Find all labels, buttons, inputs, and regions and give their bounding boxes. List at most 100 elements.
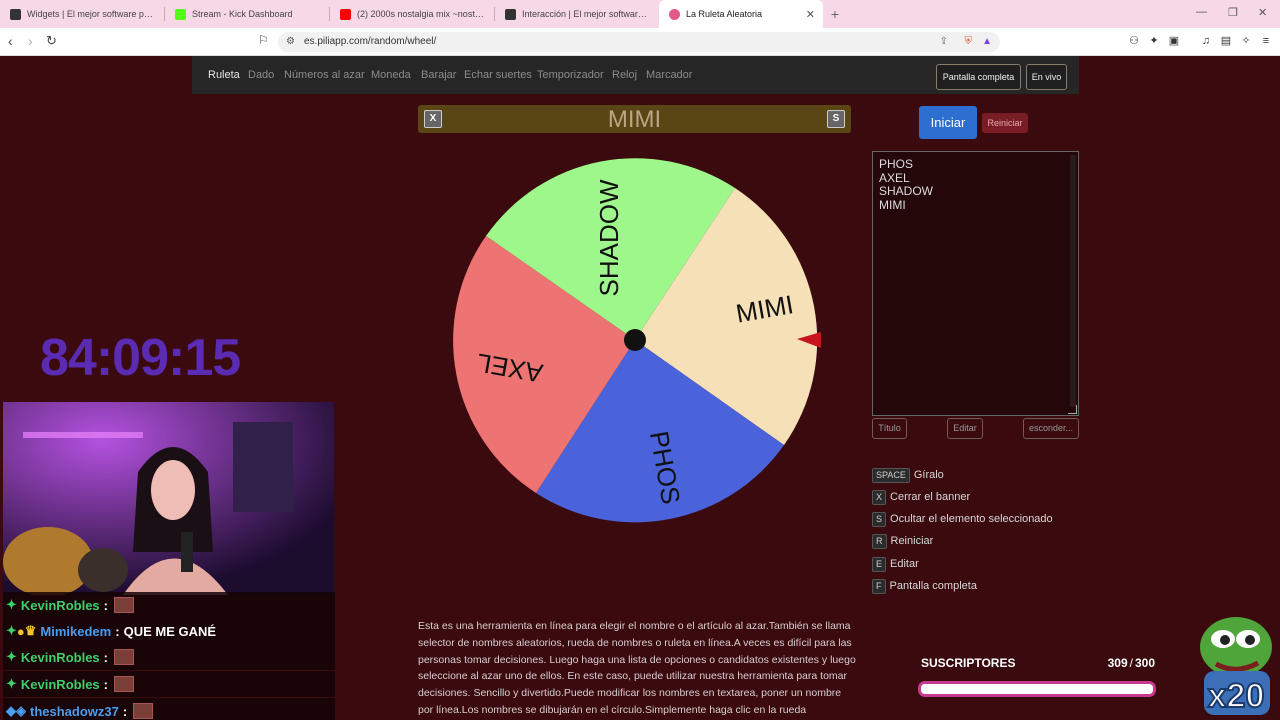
back-icon[interactable]: ‹ (8, 33, 13, 49)
chat-username: KevinRobles (20, 649, 100, 665)
music-icon[interactable]: ♫ (1200, 35, 1212, 47)
screenshot-icon[interactable]: ▣ (1168, 35, 1180, 47)
shortcut-label: Reiniciar (890, 535, 934, 547)
shortcut-key: F (872, 578, 886, 594)
resize-grip-icon[interactable] (1068, 405, 1077, 414)
shortcut-key: R (872, 533, 887, 549)
rewards-icon[interactable]: ▲ (982, 32, 992, 52)
spin-wheel[interactable]: SHADOW MIMI PHOS AXEL (453, 150, 823, 540)
verified-badge-icon: ✦ (6, 676, 17, 691)
close-window-icon[interactable]: ✕ (1258, 6, 1267, 19)
reload-icon[interactable]: ↻ (46, 33, 57, 49)
nav-numeros[interactable]: Números al azar (284, 69, 365, 81)
browser-tab[interactable]: Interacción | El mejor software para (495, 0, 659, 28)
emote-icon (114, 676, 134, 692)
browser-tab-active[interactable]: La Ruleta Aleatoria ✕ (659, 0, 823, 28)
puzzle-icon[interactable]: ✦ (1148, 35, 1160, 47)
shortcut-label: Cerrar el banner (890, 491, 971, 503)
chat-message: ✦ ● ♛ Mimikedem : QUE ME GANÉ (3, 618, 335, 644)
title-button[interactable]: Título (872, 418, 907, 439)
name-line: SHADOW (879, 184, 933, 198)
site-nav: Ruleta Dado Números al azar Moneda Baraj… (192, 56, 1079, 94)
tab-title: La Ruleta Aleatoria (686, 9, 763, 19)
nav-marcador[interactable]: Marcador (646, 69, 692, 81)
chat-separator: : (122, 703, 128, 719)
tab-favicon-icon (505, 8, 516, 20)
address-bar[interactable]: ⚙ es.piliapp.com/random/wheel/ ⇪ ⛨ ▲ (278, 32, 1000, 52)
start-button[interactable]: Iniciar (919, 106, 977, 139)
extension-icon[interactable]: ⚇ (1128, 35, 1140, 47)
emote-icon (133, 703, 154, 719)
sub-badge-icon: ● (16, 623, 25, 639)
wallet-icon[interactable]: ▤ (1220, 35, 1232, 47)
gift-badge-icon: ◆ (6, 703, 16, 718)
reset-button[interactable]: Reiniciar (982, 113, 1028, 133)
subs-label: SUSCRIPTORES (921, 656, 1016, 670)
shortcut-row: F Pantalla completa (872, 578, 977, 594)
textarea-scrollbar[interactable] (1070, 155, 1076, 407)
subs-progress-bar (918, 681, 1156, 697)
chat-separator: : (115, 623, 120, 639)
nav-reloj[interactable]: Reloj (612, 69, 637, 81)
shortcut-row: SPACE Gíralo (872, 467, 944, 483)
browser-tab[interactable]: (2) 2000s nostalgia mix ~nostalg (330, 0, 494, 28)
shortcut-key: SPACE (872, 467, 910, 483)
youtube-icon (340, 8, 351, 20)
verified-badge-icon: ✦ (6, 597, 17, 612)
chat-message: ✦ KevinRobles : (3, 592, 335, 618)
verified-badge-icon: ✦ (6, 623, 17, 638)
crown-badge-icon: ♛ (24, 623, 37, 638)
nav-barajar[interactable]: Barajar (421, 69, 456, 81)
nav-dado[interactable]: Dado (248, 69, 274, 81)
live-button[interactable]: En vivo (1026, 64, 1067, 90)
names-textarea[interactable]: PHOS AXEL SHADOW MIMI (872, 151, 1079, 416)
browser-tab[interactable]: Widgets | El mejor software para pod (0, 0, 164, 28)
share-icon[interactable]: ⇪ (940, 32, 948, 52)
chat-separator: : (103, 649, 108, 665)
chat-text: QUE ME GANÉ (123, 623, 217, 639)
nav-moneda[interactable]: Moneda (371, 69, 411, 81)
shortcut-key: E (872, 556, 887, 572)
tab-title: (2) 2000s nostalgia mix ~nostalg (357, 9, 484, 19)
chat-message: ◆ ◈ theshadowz37 : (3, 698, 335, 720)
banner-hide-button[interactable]: S (827, 110, 845, 128)
brave-shield-icon[interactable]: ⛨ (965, 32, 973, 52)
subs-progress-fill (921, 684, 1153, 694)
chat-username: Mimikedem (40, 623, 112, 639)
leo-icon[interactable]: ✧ (1240, 35, 1252, 47)
new-tab-icon[interactable]: + (823, 6, 847, 22)
nav-temporizador[interactable]: Temporizador (537, 69, 604, 81)
verified-badge-icon: ✦ (6, 649, 17, 664)
forward-icon[interactable]: › (28, 33, 33, 49)
chat-separator: : (103, 676, 108, 692)
browser-tab-bar: Widgets | El mejor software para pod Str… (0, 0, 1280, 28)
close-tab-icon[interactable]: ✕ (806, 8, 815, 21)
tab-title: Widgets | El mejor software para pod (27, 9, 154, 19)
shortcut-label: Pantalla completa (889, 580, 977, 592)
name-line: MIMI (879, 197, 906, 212)
wheel-favicon-icon (669, 8, 680, 20)
shortcut-row: S Ocultar el elemento seleccionado (872, 511, 1053, 527)
nav-echar-suertes[interactable]: Echar suertes (464, 69, 532, 81)
page-content: Ruleta Dado Números al azar Moneda Baraj… (3, 56, 1277, 720)
chat-username: theshadowz37 (30, 703, 119, 719)
hide-options-button[interactable]: esconder... (1023, 418, 1079, 439)
bookmark-icon[interactable]: ⚐ (258, 33, 269, 47)
chat-username: KevinRobles (20, 597, 100, 613)
subs-separator: / (1129, 656, 1133, 670)
emote-icon (114, 649, 134, 665)
maximize-icon[interactable]: ❐ (1228, 6, 1238, 19)
site-info-icon[interactable]: ⚙ (286, 32, 295, 52)
url-text: es.piliapp.com/random/wheel/ (304, 36, 437, 47)
nav-ruleta[interactable]: Ruleta (208, 69, 240, 81)
minimize-icon[interactable]: — (1196, 6, 1207, 18)
menu-icon[interactable]: ≡ (1260, 35, 1272, 47)
fullscreen-button[interactable]: Pantalla completa (936, 64, 1021, 90)
shortcut-key: S (872, 511, 887, 527)
browser-tab[interactable]: Stream - Kick Dashboard (165, 0, 329, 28)
description-text: Esta es una herramienta en línea para el… (418, 620, 856, 716)
chat-message: ✦ KevinRobles : (3, 644, 335, 670)
tab-title: Interacción | El mejor software para (522, 9, 649, 19)
edit-button[interactable]: Editar (947, 418, 983, 439)
shortcut-label: Gíralo (913, 469, 944, 481)
